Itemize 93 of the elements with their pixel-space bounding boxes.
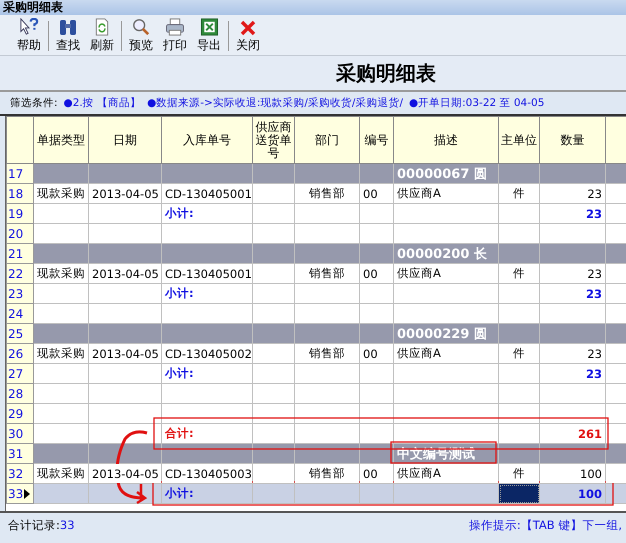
- column-header[interactable]: 单据类型: [34, 116, 88, 164]
- filter-condition: ●2.按 【商品】: [64, 96, 142, 110]
- table-cell: 100: [540, 484, 606, 504]
- table-cell: 销售部: [294, 464, 360, 484]
- table-cell: 供应商A: [394, 464, 498, 484]
- table-cell: 销售部: [294, 184, 360, 204]
- row-number: 19: [8, 206, 24, 220]
- window-title: 采购明细表: [0, 0, 626, 15]
- table-cell: 00: [360, 464, 394, 484]
- column-header[interactable]: 编号: [360, 116, 394, 164]
- table-cell: 23: [540, 204, 606, 224]
- preview-button[interactable]: 预览: [124, 18, 158, 54]
- table-cell: CD-130405001: [162, 264, 252, 284]
- group-title: 00000200 长: [394, 244, 498, 264]
- row-number: 31: [8, 446, 24, 460]
- group-title: 00000067 圆: [394, 164, 498, 184]
- column-header[interactable]: 日期: [88, 116, 162, 164]
- row-number: 27: [8, 366, 24, 380]
- table-cell: 小计:: [162, 204, 252, 224]
- table-cell: 2013-04-05: [88, 184, 162, 204]
- report-title: 采购明细表: [336, 60, 436, 86]
- table-cell: 23: [540, 344, 606, 364]
- row-number: 28: [8, 386, 24, 400]
- row-number: 33: [8, 486, 24, 500]
- table-cell: 00: [360, 184, 394, 204]
- group-title: 00000229 圆: [394, 324, 498, 344]
- table-cell: 供应商A: [394, 344, 498, 364]
- table-cell: 2013-04-05: [88, 344, 162, 364]
- record-count: 33: [60, 518, 75, 532]
- table-cell: 现款采购: [34, 344, 88, 364]
- row-number: 18: [8, 186, 24, 200]
- table-cell: 供应商A: [394, 184, 498, 204]
- row-number: 29: [8, 406, 24, 420]
- column-header[interactable]: 数量: [540, 116, 606, 164]
- table-cell: 销售部: [294, 264, 360, 284]
- table-cell: 小计:: [162, 484, 252, 504]
- table-cell: 件: [498, 344, 540, 364]
- help-button[interactable]: 帮助: [12, 18, 46, 54]
- filter-condition: ●开单日期:03-22 至 04-05: [408, 96, 544, 110]
- table-cell: 00: [360, 344, 394, 364]
- table-cell: 现款采购: [34, 464, 88, 484]
- table-cell: 100: [540, 464, 606, 484]
- row-number: 32: [8, 466, 24, 480]
- table-cell: 销售部: [294, 344, 360, 364]
- column-header[interactable]: 入库单号: [162, 116, 252, 164]
- filter-condition: ●数据来源->实际收退:现款采购/采购收货/采购退货/: [147, 96, 403, 110]
- row-number: 23: [8, 286, 24, 300]
- table-cell: 00: [360, 264, 394, 284]
- column-header[interactable]: 主单位: [498, 116, 540, 164]
- table-cell: 2013-04-05: [88, 464, 162, 484]
- record-count-label: 合计记录:: [8, 518, 60, 532]
- table-cell: 小计:: [162, 364, 252, 384]
- column-header[interactable]: 部门: [294, 116, 360, 164]
- table-cell: 23: [540, 284, 606, 304]
- table-cell: 23: [540, 184, 606, 204]
- row-number: 21: [8, 246, 24, 260]
- table-cell: CD-130405002: [162, 344, 252, 364]
- table-cell: 23: [540, 264, 606, 284]
- table-cell: CD-130405003: [162, 464, 252, 484]
- export-button[interactable]: 导出: [192, 18, 226, 54]
- row-number: 26: [8, 346, 24, 360]
- table-cell: 现款采购: [34, 184, 88, 204]
- row-number: 17: [8, 166, 24, 180]
- table-cell: 件: [498, 264, 540, 284]
- column-header[interactable]: 描述: [394, 116, 498, 164]
- table-cell: 件: [498, 184, 540, 204]
- row-number: 25: [8, 326, 24, 340]
- close-button[interactable]: 关闭: [231, 18, 265, 54]
- table-cell: 小计:: [162, 284, 252, 304]
- filter-label: 筛选条件:: [10, 96, 58, 110]
- table-cell: 供应商A: [394, 264, 498, 284]
- magnifier-icon: [131, 18, 151, 36]
- operation-hint: 操作提示:【TAB 键】下一组,: [468, 518, 622, 532]
- refresh-document-icon: [94, 18, 110, 36]
- table-cell: CD-130405001: [162, 184, 252, 204]
- spreadsheet-icon: [200, 18, 218, 36]
- row-number: 22: [8, 266, 24, 280]
- column-header[interactable]: 供应商送货单号: [252, 116, 294, 164]
- print-button[interactable]: 打印: [158, 18, 192, 54]
- find-button[interactable]: 查找: [51, 18, 85, 54]
- row-number: 30: [8, 426, 24, 440]
- refresh-button[interactable]: 刷新: [85, 18, 119, 54]
- close-icon: [240, 20, 256, 36]
- row-number: 20: [8, 226, 24, 240]
- help-icon: [18, 18, 40, 36]
- table-cell: 23: [540, 364, 606, 384]
- row-number: 24: [8, 306, 24, 320]
- table-cell: 现款采购: [34, 264, 88, 284]
- printer-icon: [165, 18, 185, 36]
- table-cell: 2013-04-05: [88, 264, 162, 284]
- table-cell: 件: [498, 464, 540, 484]
- current-row-icon: [24, 489, 30, 499]
- binoculars-icon: [58, 18, 78, 36]
